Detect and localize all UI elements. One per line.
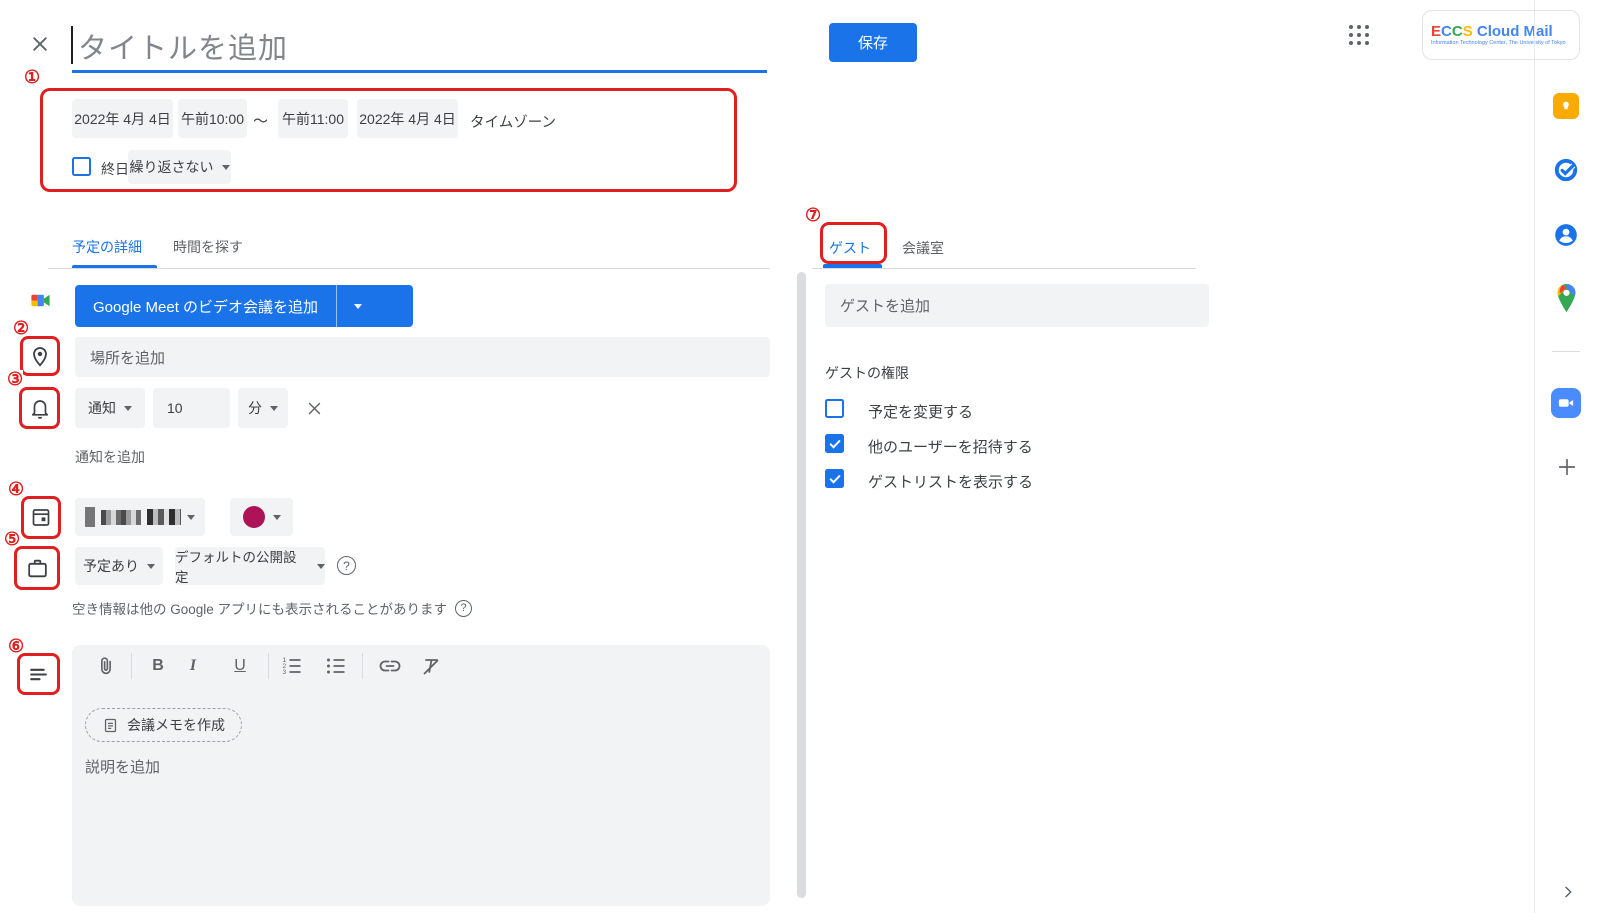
annotation-number-2: ② (13, 319, 29, 337)
busy-status-dropdown[interactable]: 予定あり (75, 547, 163, 585)
bullet-list-icon[interactable] (323, 653, 349, 679)
add-meet-button[interactable]: Google Meet のビデオ会議を追加 (75, 285, 413, 327)
tab-event-details[interactable]: 予定の詳細 (72, 237, 142, 257)
start-date-button[interactable]: 2022年 4月 4日 (72, 99, 173, 138)
event-color-dropdown[interactable] (230, 498, 293, 536)
save-button[interactable]: 保存 (829, 23, 917, 62)
annotation-number-7: ⑦ (805, 206, 821, 224)
document-icon (102, 717, 119, 734)
meet-options-dropdown[interactable] (337, 285, 379, 327)
availability-note-row: 空き情報は他の Google アプリにも表示されることがあります ? (72, 598, 472, 618)
perm-see-guest-list-checkbox[interactable] (825, 469, 844, 488)
add-addon-icon[interactable] (1556, 456, 1578, 478)
google-keep-icon[interactable] (1553, 93, 1579, 119)
add-notification-link[interactable]: 通知を追加 (75, 447, 145, 467)
description-editor[interactable] (72, 645, 770, 906)
calendar-name-redacted (147, 509, 181, 525)
end-date-button[interactable]: 2022年 4月 4日 (357, 99, 458, 138)
sidebar-section-divider (1552, 351, 1580, 352)
location-pin-icon (28, 344, 52, 373)
availability-help-icon[interactable]: ? (455, 600, 472, 617)
text-cursor (71, 26, 73, 64)
annotation-number-1: ① (24, 68, 40, 86)
briefcase-icon (25, 556, 50, 586)
right-tab-divider (812, 268, 1196, 269)
time-separator: ～ (253, 110, 268, 131)
chevron-down-icon (147, 564, 155, 569)
tab-find-time[interactable]: 時間を探す (173, 237, 243, 257)
zoom-app-icon[interactable] (1551, 388, 1581, 418)
recurrence-dropdown[interactable]: 繰り返さない (128, 150, 231, 184)
underline-icon[interactable]: U (227, 653, 253, 679)
notification-type-dropdown[interactable]: 通知 (75, 388, 145, 428)
location-input[interactable]: 場所を追加 (75, 337, 770, 377)
insert-link-icon[interactable] (377, 653, 403, 679)
notification-unit-dropdown[interactable]: 分 (238, 388, 288, 428)
numbered-list-icon[interactable]: 123 (279, 653, 305, 679)
description-icon (26, 662, 51, 692)
visibility-dropdown[interactable]: デフォルトの公開設定 (175, 547, 325, 585)
perm-modify-event-label: 予定を変更する (868, 401, 973, 422)
collapse-sidebar-chevron-icon[interactable] (1560, 884, 1576, 900)
calendar-event-editor: タイトルを追加 保存 ECCS Cloud Mail Information T… (0, 0, 1600, 913)
annotation-number-3: ③ (7, 370, 23, 388)
title-underline (72, 70, 767, 73)
eccs-logo: ECCS Cloud Mail Information Technology C… (1431, 24, 1566, 47)
annotation-number-6: ⑥ (8, 637, 24, 655)
title-input[interactable]: タイトルを追加 (78, 25, 288, 67)
sidebar-divider (1534, 0, 1535, 913)
notification-value-input[interactable]: 10 (153, 388, 230, 428)
check-icon (828, 472, 842, 486)
calendar-name-redacted (85, 507, 95, 527)
all-day-checkbox[interactable] (72, 157, 91, 176)
perm-invite-others-checkbox[interactable] (825, 434, 844, 453)
calendar-name-redacted (101, 510, 141, 525)
create-meeting-notes-button[interactable]: 会議メモを作成 (85, 708, 242, 742)
start-time-button[interactable]: 午前10:00 (178, 99, 247, 138)
timezone-button[interactable]: タイムゾーン (470, 111, 556, 132)
chevron-down-icon (187, 515, 195, 520)
tab-divider (48, 268, 770, 269)
svg-text:3: 3 (283, 669, 287, 676)
italic-icon[interactable]: I (180, 653, 206, 679)
account-logo-card[interactable]: ECCS Cloud Mail Information Technology C… (1422, 10, 1580, 60)
chevron-down-icon (317, 564, 325, 569)
google-maps-icon[interactable] (1555, 283, 1578, 313)
remove-notification-icon[interactable] (304, 398, 324, 418)
add-guests-input[interactable]: ゲストを追加 (825, 284, 1209, 327)
chevron-down-icon (354, 304, 362, 309)
event-color-swatch (243, 506, 265, 528)
annotation-number-4: ④ (8, 480, 24, 498)
clear-formatting-icon[interactable] (418, 653, 444, 679)
google-contacts-icon[interactable] (1553, 222, 1579, 248)
description-placeholder[interactable]: 説明を追加 (85, 756, 160, 777)
add-meet-label: Google Meet のビデオ会議を追加 (75, 285, 336, 327)
chevron-down-icon (270, 406, 278, 411)
attachment-icon[interactable] (93, 653, 119, 679)
apps-grid-icon[interactable] (1349, 25, 1369, 45)
bold-icon[interactable]: B (145, 653, 171, 679)
tab-rooms[interactable]: 会議室 (902, 238, 944, 258)
google-tasks-icon[interactable] (1553, 157, 1579, 183)
perm-modify-event-checkbox[interactable] (825, 399, 844, 418)
close-icon[interactable] (27, 31, 53, 57)
vertical-scrollbar[interactable] (797, 272, 806, 898)
bell-icon (28, 396, 52, 425)
chevron-down-icon (222, 165, 230, 170)
google-meet-icon (29, 289, 52, 317)
chevron-down-icon (273, 515, 281, 520)
end-time-button[interactable]: 午前11:00 (278, 99, 348, 138)
chevron-down-icon (124, 406, 132, 411)
availability-note: 空き情報は他の Google アプリにも表示されることがあります (72, 598, 447, 618)
perm-see-guest-list-label: ゲストリストを表示する (868, 471, 1033, 492)
check-icon (828, 437, 842, 451)
calendar-icon (29, 505, 53, 534)
calendar-select-dropdown[interactable] (75, 498, 205, 536)
guest-permissions-title: ゲストの権限 (825, 363, 909, 383)
perm-invite-others-label: 他のユーザーを招待する (868, 436, 1033, 457)
all-day-label: 終日 (101, 159, 129, 179)
annotation-number-5: ⑤ (4, 530, 20, 548)
tab-guests[interactable]: ゲスト (829, 238, 871, 258)
visibility-help-icon[interactable]: ? (337, 556, 356, 575)
